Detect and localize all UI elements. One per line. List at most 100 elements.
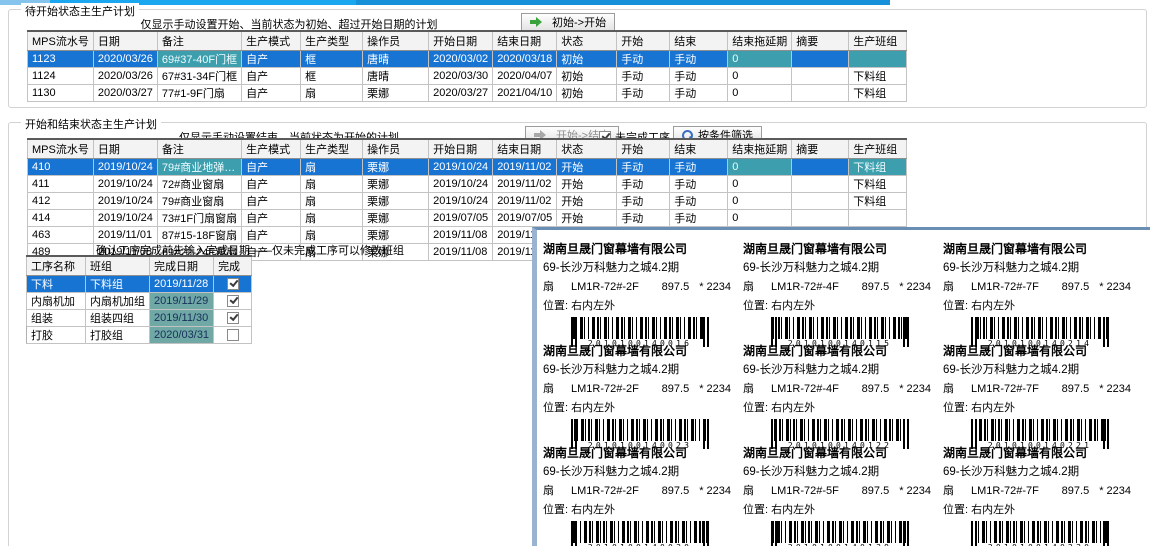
table-cell[interactable]: 唐晴 (363, 51, 429, 68)
table-cell[interactable]: 2020/03/30 (429, 68, 493, 85)
table-cell[interactable] (792, 51, 849, 68)
table-cell[interactable]: 自产 (242, 51, 301, 68)
column-header[interactable]: 开始 (617, 139, 670, 159)
table-cell[interactable] (792, 68, 849, 85)
table-cell[interactable]: 栗娜 (363, 227, 429, 244)
table-cell[interactable]: 2019/10/24 (429, 159, 493, 176)
table-cell[interactable]: 79#商业地弹… (157, 159, 241, 176)
column-header[interactable]: 备注 (157, 31, 241, 51)
table-cell[interactable]: 2020/03/26 (93, 51, 157, 68)
process-group-cell[interactable]: 打胶组 (86, 327, 150, 344)
table-row[interactable]: 11302020/03/2777#1-9F门扇自产扇栗娜2020/03/2720… (28, 85, 907, 102)
process-name-cell[interactable]: 组装 (27, 310, 86, 327)
done-checkbox[interactable] (227, 329, 239, 341)
table-cell[interactable]: 栗娜 (363, 193, 429, 210)
process-name-cell[interactable]: 内扇机加 (27, 293, 86, 310)
column-header[interactable]: 工序名称 (27, 256, 86, 276)
table-cell[interactable]: 0 (728, 210, 792, 227)
process-group-cell[interactable]: 内扇机加组 (86, 293, 150, 310)
column-header[interactable]: 完成 (214, 256, 252, 276)
table-cell[interactable]: 0 (728, 51, 792, 68)
pending-start-table[interactable]: MPS流水号日期备注生产模式生产类型操作员开始日期结束日期状态开始结束结束拖延期… (27, 30, 907, 102)
table-cell[interactable]: 手动 (670, 210, 728, 227)
table-cell[interactable]: 87#15-18F窗扇 (157, 227, 241, 244)
table-cell[interactable] (792, 159, 849, 176)
column-header[interactable]: 操作员 (363, 31, 429, 51)
table-row[interactable]: 4142019/10/2473#1F门扇窗扇自产扇栗娜2019/07/05201… (28, 210, 907, 227)
column-header[interactable]: 备注 (157, 139, 241, 159)
table-cell[interactable]: 2019/10/24 (93, 193, 157, 210)
table-cell[interactable]: 2020/04/07 (493, 68, 557, 85)
table-cell[interactable]: 2019/11/02 (493, 159, 557, 176)
table-cell[interactable]: 栗娜 (363, 210, 429, 227)
table-cell[interactable]: 手动 (617, 176, 670, 193)
table-row[interactable]: 11242020/03/2667#31-34F门框自产框唐晴2020/03/30… (28, 68, 907, 85)
table-cell[interactable]: 开始 (557, 193, 617, 210)
table-cell[interactable] (792, 193, 849, 210)
table-cell[interactable]: 手动 (670, 51, 728, 68)
table-cell[interactable]: 0 (728, 85, 792, 102)
table-cell[interactable]: 自产 (242, 227, 301, 244)
done-checkbox[interactable] (227, 312, 239, 324)
table-cell[interactable]: 自产 (242, 85, 301, 102)
process-table[interactable]: 工序名称班组完成日期完成下料下料组2019/11/28内扇机加内扇机加组2019… (26, 255, 252, 344)
table-cell[interactable]: 手动 (617, 51, 670, 68)
table-cell[interactable] (792, 85, 849, 102)
table-cell[interactable]: 2019/11/02 (493, 193, 557, 210)
table-cell[interactable]: 2019/11/08 (429, 227, 493, 244)
table-cell[interactable]: 自产 (242, 68, 301, 85)
column-header[interactable]: 生产班组 (849, 31, 907, 51)
table-row[interactable]: 4112019/10/2472#商业窗扇自产扇栗娜2019/10/242019/… (28, 176, 907, 193)
table-cell[interactable]: 411 (28, 176, 94, 193)
process-done-cell[interactable] (214, 293, 252, 310)
table-cell[interactable]: 73#1F门扇窗扇 (157, 210, 241, 227)
table-cell[interactable]: 扇 (301, 85, 363, 102)
table-cell[interactable]: 79#商业窗扇 (157, 193, 241, 210)
table-cell[interactable] (849, 210, 907, 227)
column-header[interactable]: 结束 (670, 31, 728, 51)
column-header[interactable]: 日期 (93, 31, 157, 51)
table-cell[interactable]: 2019/10/24 (93, 159, 157, 176)
process-date-cell[interactable]: 2020/03/31 (150, 327, 214, 344)
table-cell[interactable]: 463 (28, 227, 94, 244)
table-cell[interactable]: 手动 (670, 193, 728, 210)
table-cell[interactable]: 412 (28, 193, 94, 210)
table-row[interactable]: 打胶打胶组2020/03/31 (27, 327, 252, 344)
table-cell[interactable] (792, 210, 849, 227)
table-cell[interactable]: 栗娜 (363, 159, 429, 176)
column-header[interactable]: 状态 (557, 139, 617, 159)
table-cell[interactable]: 手动 (617, 85, 670, 102)
table-cell[interactable]: 扇 (301, 159, 363, 176)
table-cell[interactable]: 2019/11/01 (93, 227, 157, 244)
column-header[interactable]: 结束日期 (493, 31, 557, 51)
done-checkbox[interactable] (227, 278, 239, 290)
column-header[interactable]: 结束拖延期 (728, 139, 792, 159)
table-cell[interactable]: 扇 (301, 227, 363, 244)
column-header[interactable]: 开始日期 (429, 139, 493, 159)
process-group-cell[interactable]: 组装四组 (86, 310, 150, 327)
table-cell[interactable]: 下料组 (849, 68, 907, 85)
column-header[interactable]: 结束 (670, 139, 728, 159)
column-header[interactable]: 生产类型 (301, 139, 363, 159)
table-cell[interactable]: 手动 (617, 193, 670, 210)
column-header[interactable]: 开始日期 (429, 31, 493, 51)
table-cell[interactable]: 2019/07/05 (429, 210, 493, 227)
column-header[interactable]: 状态 (557, 31, 617, 51)
table-cell[interactable]: 初始 (557, 68, 617, 85)
process-date-cell[interactable]: 2019/11/28 (150, 276, 214, 293)
table-row[interactable]: 下料下料组2019/11/28 (27, 276, 252, 293)
table-cell[interactable]: 栗娜 (363, 176, 429, 193)
column-header[interactable]: 操作员 (363, 139, 429, 159)
table-cell[interactable]: 2020/03/26 (93, 68, 157, 85)
table-cell[interactable]: 2019/11/02 (493, 176, 557, 193)
column-header[interactable]: 开始 (617, 31, 670, 51)
process-done-cell[interactable] (214, 276, 252, 293)
table-cell[interactable]: 67#31-34F门框 (157, 68, 241, 85)
column-header[interactable]: 摘要 (792, 139, 849, 159)
table-cell[interactable]: 2019/07/05 (493, 210, 557, 227)
table-cell[interactable]: 1123 (28, 51, 94, 68)
table-cell[interactable]: 初始 (557, 85, 617, 102)
table-cell[interactable]: 自产 (242, 159, 301, 176)
column-header[interactable]: 日期 (93, 139, 157, 159)
init-to-start-button[interactable]: 初始->开始 (521, 13, 615, 31)
